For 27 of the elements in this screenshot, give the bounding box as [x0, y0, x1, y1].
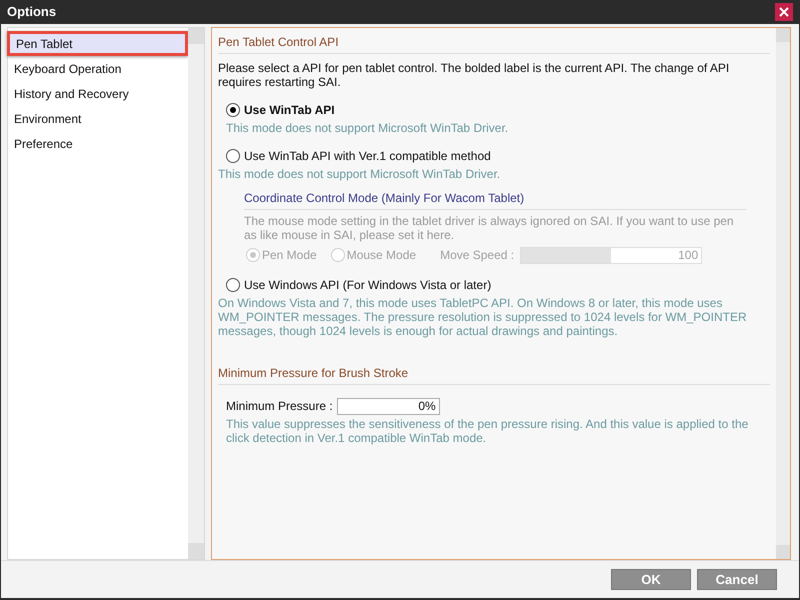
section-heading: Minimum Pressure for Brush Stroke: [218, 366, 408, 380]
close-button[interactable]: [775, 3, 793, 21]
speed-value: 100: [678, 248, 698, 262]
sidebar-item[interactable]: Pen Tablet: [7, 31, 188, 56]
option-note: This mode does not support Microsoft WinTab Driver.: [218, 167, 502, 181]
section-heading: Pen Tablet Control API: [218, 35, 339, 49]
pressure-field[interactable]: 0%: [336, 398, 440, 414]
description-text: The mouse mode setting in the tablet driver is always ignored on SAI. If you want to use pen as like mouse in SAI, please set it here.: [244, 214, 735, 242]
section-heading: Coordinate Control Mode (Mainly For Wacom Tablet): [244, 191, 524, 205]
api-option[interactable]: Use WinTab API: [226, 101, 770, 119]
sidebar-item[interactable]: Preference: [8, 131, 188, 156]
window-title: Options: [7, 3, 56, 22]
radio-button[interactable]: [226, 278, 240, 292]
api-option[interactable]: Use WinTab API with Ver.1 compatible method: [226, 147, 770, 165]
option-note: This mode does not support Microsoft WinTab Driver.: [226, 121, 510, 135]
sidebar-item[interactable]: History and Recovery: [8, 81, 188, 106]
api-option[interactable]: Use Windows API (For Windows Vista or later): [226, 276, 770, 294]
field-label: Minimum Pressure :: [226, 398, 333, 415]
speed-label: Move Speed :: [440, 247, 514, 264]
sidebar-item[interactable]: Environment: [8, 106, 188, 131]
sidebar-item[interactable]: Keyboard Operation: [8, 56, 188, 81]
description-text: Please select a API for pen tablet control. The bolded label is the current API. The change of API requires restarting SAI.: [218, 61, 730, 89]
radio-button[interactable]: [226, 103, 240, 117]
radio-button[interactable]: [226, 149, 240, 163]
option-note: This value suppresses the sensitiveness of the pen pressure rising. And this value is applied to the click detection in Ver.1 compatible WinTab mode.: [226, 417, 750, 445]
option-note: On Windows Vista and 7, this mode uses TabletPC API. On Windows 8 or later, this mode uses WM_POINTER messages. The pressure resolution is suppressed to 1024 levels for WM_POINTER messages, though 1024 levels is enough for actual drawings and paintings.: [218, 296, 748, 338]
close-icon: [779, 7, 789, 17]
